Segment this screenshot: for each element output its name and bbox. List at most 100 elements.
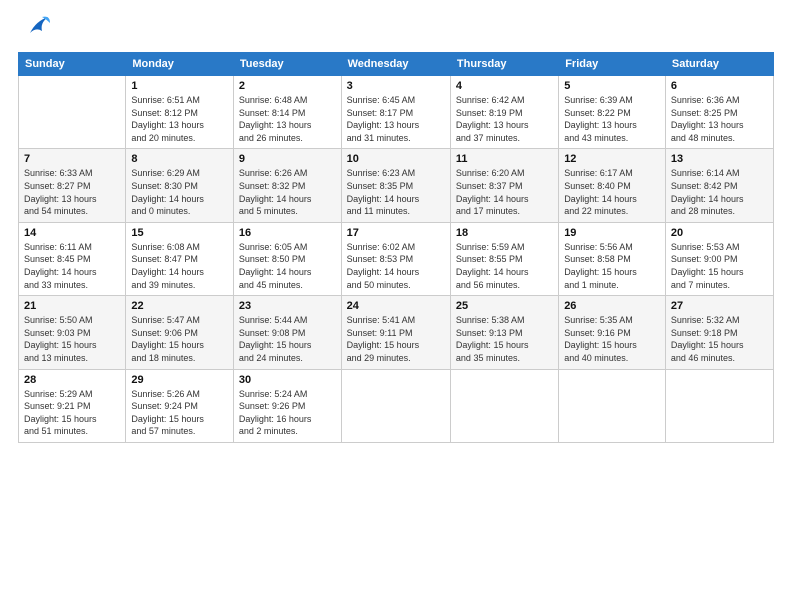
calendar-cell: 28 Sunrise: 5:29 AMSunset: 9:21 PMDayligh… xyxy=(19,369,126,442)
calendar-week-row: 14Sunrise: 6:11 AMSunset: 8:45 PMDayligh… xyxy=(19,222,774,295)
calendar-cell: 29 Sunrise: 5:26 AMSunset: 9:24 PMDayligh… xyxy=(126,369,234,442)
calendar-week-row: 1Sunrise: 6:51 AMSunset: 8:12 PMDaylight… xyxy=(19,76,774,149)
calendar-cell xyxy=(341,369,450,442)
day-number: 3 xyxy=(347,80,445,92)
logo xyxy=(18,18,52,46)
calendar-cell: 4 Sunrise: 6:42 AMSunset: 8:19 PMDaylight… xyxy=(450,76,558,149)
day-number: 29 xyxy=(131,374,228,386)
weekday-header-saturday: Saturday xyxy=(665,53,773,76)
weekday-header-monday: Monday xyxy=(126,53,234,76)
day-info: Sunrise: 5:44 AMSunset: 9:08 PMDaylight:… xyxy=(239,314,336,364)
day-info: Sunrise: 5:38 AMSunset: 9:13 PMDaylight:… xyxy=(456,314,553,364)
calendar-cell: 6 Sunrise: 6:36 AMSunset: 8:25 PMDaylight… xyxy=(665,76,773,149)
weekday-header-sunday: Sunday xyxy=(19,53,126,76)
weekday-header-friday: Friday xyxy=(559,53,666,76)
calendar-cell: 24 Sunrise: 5:41 AMSunset: 9:11 PMDayligh… xyxy=(341,296,450,369)
calendar-cell: 12Sunrise: 6:17 AMSunset: 8:40 PMDayligh… xyxy=(559,149,666,222)
day-number: 7 xyxy=(24,153,120,165)
calendar-cell: 13Sunrise: 6:14 AMSunset: 8:42 PMDayligh… xyxy=(665,149,773,222)
day-info: Sunrise: 5:24 AMSunset: 9:26 PMDaylight:… xyxy=(239,388,336,438)
day-number: 22 xyxy=(131,300,228,312)
calendar-cell: 23 Sunrise: 5:44 AMSunset: 9:08 PMDayligh… xyxy=(233,296,341,369)
calendar-cell: 20 Sunrise: 5:53 AMSunset: 9:00 PMDayligh… xyxy=(665,222,773,295)
day-info: Sunrise: 6:05 AMSunset: 8:50 PMDaylight:… xyxy=(239,241,336,291)
day-number: 1 xyxy=(131,80,228,92)
calendar-week-row: 21Sunrise: 5:50 AMSunset: 9:03 PMDayligh… xyxy=(19,296,774,369)
calendar-cell: 5Sunrise: 6:39 AMSunset: 8:22 PMDaylight… xyxy=(559,76,666,149)
day-info: Sunrise: 5:53 AMSunset: 9:00 PMDaylight:… xyxy=(671,241,768,291)
day-number: 4 xyxy=(456,80,553,92)
day-number: 10 xyxy=(347,153,445,165)
day-info: Sunrise: 6:42 AMSunset: 8:19 PMDaylight:… xyxy=(456,94,553,144)
calendar-cell: 30 Sunrise: 5:24 AMSunset: 9:26 PMDayligh… xyxy=(233,369,341,442)
day-number: 6 xyxy=(671,80,768,92)
calendar-cell: 14Sunrise: 6:11 AMSunset: 8:45 PMDayligh… xyxy=(19,222,126,295)
calendar-cell: 7 Sunrise: 6:33 AMSunset: 8:27 PMDaylight… xyxy=(19,149,126,222)
calendar-cell: 9Sunrise: 6:26 AMSunset: 8:32 PMDaylight… xyxy=(233,149,341,222)
day-info: Sunrise: 5:41 AMSunset: 9:11 PMDaylight:… xyxy=(347,314,445,364)
calendar-table: SundayMondayTuesdayWednesdayThursdayFrid… xyxy=(18,52,774,443)
day-number: 15 xyxy=(131,227,228,239)
day-info: Sunrise: 5:59 AMSunset: 8:55 PMDaylight:… xyxy=(456,241,553,291)
day-info: Sunrise: 6:33 AMSunset: 8:27 PMDaylight:… xyxy=(24,167,120,217)
calendar-week-row: 7 Sunrise: 6:33 AMSunset: 8:27 PMDaylight… xyxy=(19,149,774,222)
calendar-cell: 17 Sunrise: 6:02 AMSunset: 8:53 PMDayligh… xyxy=(341,222,450,295)
calendar-cell: 18 Sunrise: 5:59 AMSunset: 8:55 PMDayligh… xyxy=(450,222,558,295)
calendar-cell xyxy=(665,369,773,442)
calendar-cell: 1Sunrise: 6:51 AMSunset: 8:12 PMDaylight… xyxy=(126,76,234,149)
calendar-cell: 26 Sunrise: 5:35 AMSunset: 9:16 PMDayligh… xyxy=(559,296,666,369)
day-number: 17 xyxy=(347,227,445,239)
day-number: 24 xyxy=(347,300,445,312)
calendar-cell xyxy=(19,76,126,149)
day-info: Sunrise: 6:20 AMSunset: 8:37 PMDaylight:… xyxy=(456,167,553,217)
day-info: Sunrise: 6:39 AMSunset: 8:22 PMDaylight:… xyxy=(564,94,660,144)
calendar-cell: 11Sunrise: 6:20 AMSunset: 8:37 PMDayligh… xyxy=(450,149,558,222)
day-info: Sunrise: 5:29 AMSunset: 9:21 PMDaylight:… xyxy=(24,388,120,438)
day-info: Sunrise: 6:02 AMSunset: 8:53 PMDaylight:… xyxy=(347,241,445,291)
calendar-cell: 3 Sunrise: 6:45 AMSunset: 8:17 PMDaylight… xyxy=(341,76,450,149)
calendar-cell: 15 Sunrise: 6:08 AMSunset: 8:47 PMDayligh… xyxy=(126,222,234,295)
logo-bird-icon xyxy=(22,13,52,46)
day-number: 2 xyxy=(239,80,336,92)
day-info: Sunrise: 5:50 AMSunset: 9:03 PMDaylight:… xyxy=(24,314,120,364)
day-info: Sunrise: 6:08 AMSunset: 8:47 PMDaylight:… xyxy=(131,241,228,291)
day-number: 19 xyxy=(564,227,660,239)
calendar-cell: 22 Sunrise: 5:47 AMSunset: 9:06 PMDayligh… xyxy=(126,296,234,369)
day-number: 28 xyxy=(24,374,120,386)
calendar-cell xyxy=(559,369,666,442)
weekday-header-thursday: Thursday xyxy=(450,53,558,76)
day-info: Sunrise: 5:26 AMSunset: 9:24 PMDaylight:… xyxy=(131,388,228,438)
day-number: 8 xyxy=(131,153,228,165)
day-number: 13 xyxy=(671,153,768,165)
header xyxy=(18,18,774,46)
calendar-cell: 16 Sunrise: 6:05 AMSunset: 8:50 PMDayligh… xyxy=(233,222,341,295)
day-info: Sunrise: 5:47 AMSunset: 9:06 PMDaylight:… xyxy=(131,314,228,364)
day-info: Sunrise: 6:23 AMSunset: 8:35 PMDaylight:… xyxy=(347,167,445,217)
day-number: 27 xyxy=(671,300,768,312)
day-number: 20 xyxy=(671,227,768,239)
day-number: 26 xyxy=(564,300,660,312)
calendar-cell: 21Sunrise: 5:50 AMSunset: 9:03 PMDayligh… xyxy=(19,296,126,369)
calendar-week-row: 28 Sunrise: 5:29 AMSunset: 9:21 PMDayligh… xyxy=(19,369,774,442)
calendar-cell: 19 Sunrise: 5:56 AMSunset: 8:58 PMDayligh… xyxy=(559,222,666,295)
day-number: 25 xyxy=(456,300,553,312)
weekday-header-tuesday: Tuesday xyxy=(233,53,341,76)
day-number: 12 xyxy=(564,153,660,165)
weekday-header-row: SundayMondayTuesdayWednesdayThursdayFrid… xyxy=(19,53,774,76)
day-number: 23 xyxy=(239,300,336,312)
day-info: Sunrise: 5:56 AMSunset: 8:58 PMDaylight:… xyxy=(564,241,660,291)
day-info: Sunrise: 6:36 AMSunset: 8:25 PMDaylight:… xyxy=(671,94,768,144)
day-number: 9 xyxy=(239,153,336,165)
day-info: Sunrise: 6:11 AMSunset: 8:45 PMDaylight:… xyxy=(24,241,120,291)
day-number: 18 xyxy=(456,227,553,239)
weekday-header-wednesday: Wednesday xyxy=(341,53,450,76)
calendar-cell: 10 Sunrise: 6:23 AMSunset: 8:35 PMDayligh… xyxy=(341,149,450,222)
day-info: Sunrise: 5:32 AMSunset: 9:18 PMDaylight:… xyxy=(671,314,768,364)
day-number: 16 xyxy=(239,227,336,239)
day-info: Sunrise: 6:45 AMSunset: 8:17 PMDaylight:… xyxy=(347,94,445,144)
day-info: Sunrise: 5:35 AMSunset: 9:16 PMDaylight:… xyxy=(564,314,660,364)
day-info: Sunrise: 6:29 AMSunset: 8:30 PMDaylight:… xyxy=(131,167,228,217)
day-info: Sunrise: 6:48 AMSunset: 8:14 PMDaylight:… xyxy=(239,94,336,144)
page: SundayMondayTuesdayWednesdayThursdayFrid… xyxy=(0,0,792,612)
day-number: 30 xyxy=(239,374,336,386)
